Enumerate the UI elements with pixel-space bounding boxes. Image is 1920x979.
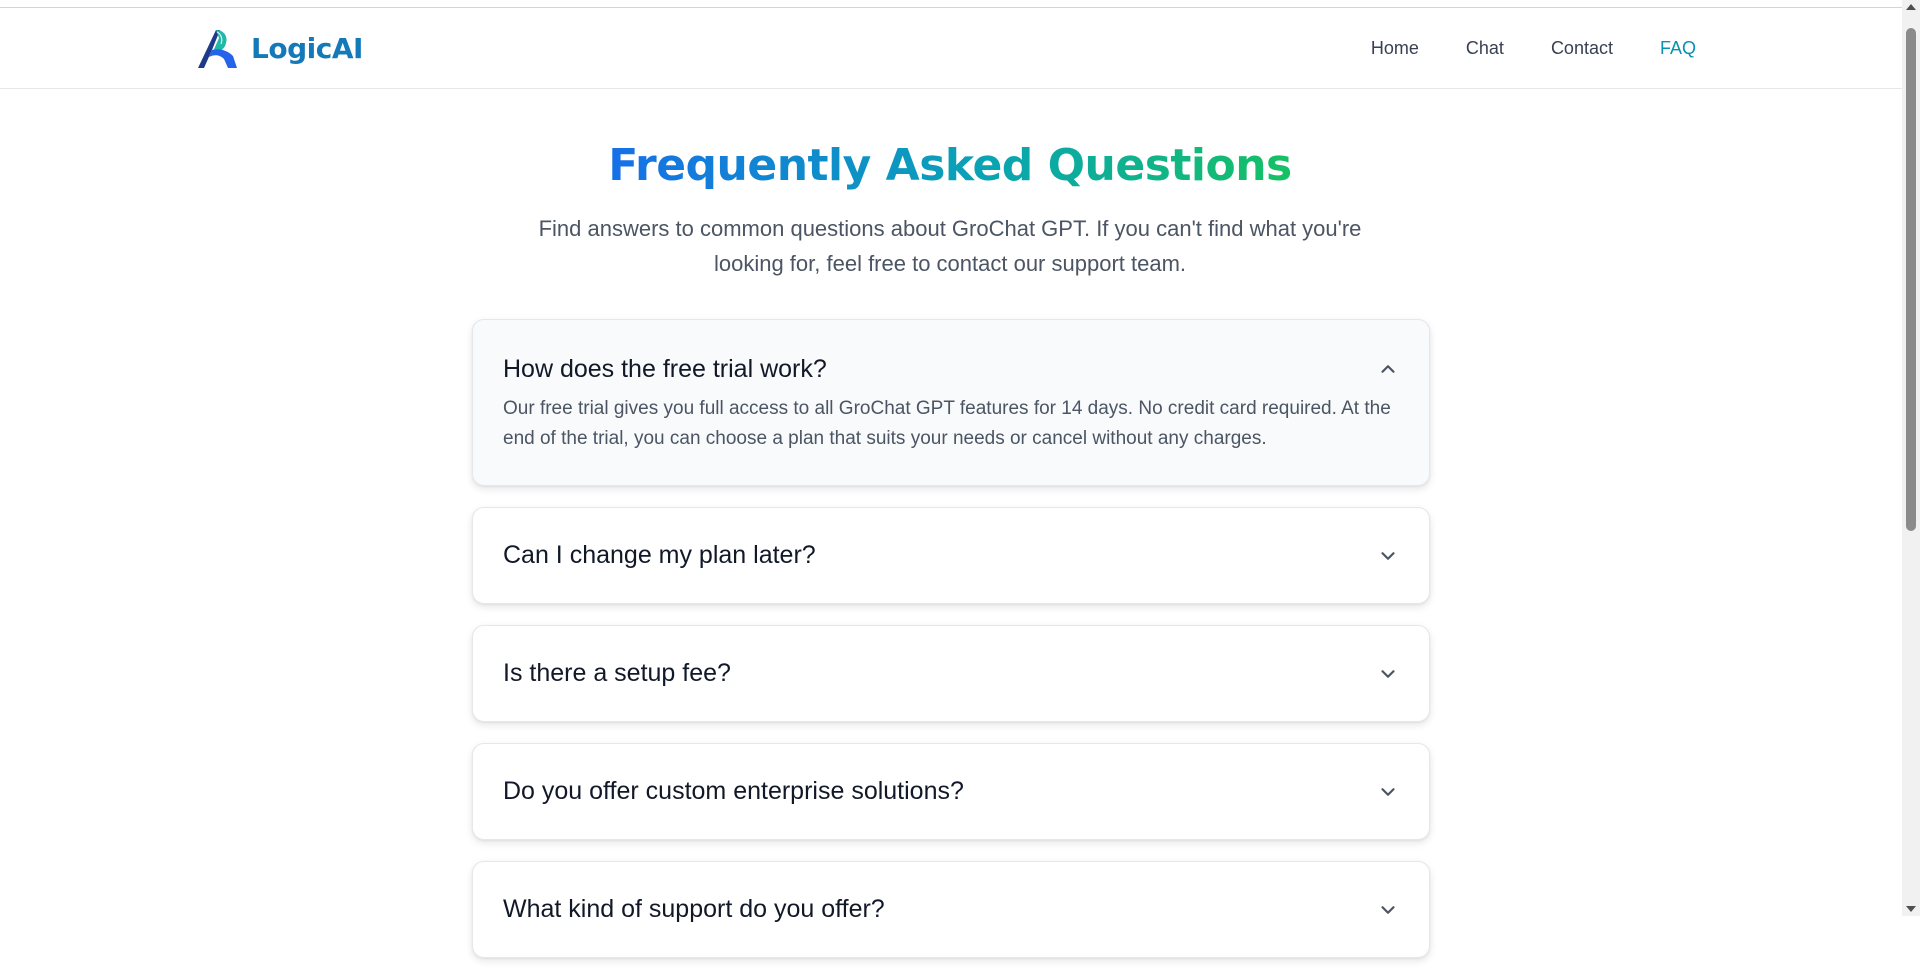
brand-name: LogicAI — [251, 31, 363, 65]
nav-link-faq[interactable]: FAQ — [1660, 38, 1696, 59]
nav-link-home[interactable]: Home — [1371, 38, 1419, 59]
faq-item: Is there a setup fee? — [472, 625, 1430, 722]
chevron-down-icon — [1381, 905, 1395, 914]
faq-question: Is there a setup fee? — [503, 659, 731, 687]
faq-item: Can I change my plan later? — [472, 507, 1430, 604]
page-title-part-1: Frequently — [608, 140, 886, 191]
page-subtitle: Find answers to common questions about G… — [538, 216, 1362, 276]
faq-question-toggle[interactable]: Can I change my plan later? — [473, 508, 1429, 603]
scroll-down-arrow-icon[interactable] — [1906, 906, 1916, 912]
page-title: Frequently Asked Questions — [608, 135, 1292, 197]
faq-answer: Our free trial gives you full access to … — [503, 398, 1391, 449]
faq-question-toggle[interactable]: What kind of support do you offer? — [473, 862, 1429, 957]
page-title-part-2: Asked — [885, 140, 1048, 191]
chevron-up-icon — [1381, 365, 1395, 373]
faq-question: How does the free trial work? — [503, 354, 827, 383]
nav-link-chat[interactable]: Chat — [1466, 38, 1504, 59]
faq-question: What kind of support do you offer? — [503, 895, 885, 923]
faq-item: What kind of support do you offer? — [472, 861, 1430, 958]
site-header: LogicAI Home Chat Contact FAQ — [0, 8, 1902, 89]
window-top-strip — [0, 0, 1902, 8]
logicai-logo-icon — [198, 30, 237, 68]
faq-list: How does the free trial work? Our free t… — [472, 319, 1430, 979]
faq-question-toggle[interactable]: Do you offer custom enterprise solutions… — [473, 744, 1429, 839]
nav-link-contact[interactable]: Contact — [1551, 38, 1613, 59]
scroll-up-arrow-icon[interactable] — [1906, 4, 1916, 10]
chevron-down-icon — [1381, 669, 1395, 678]
chevron-down-icon — [1381, 787, 1395, 796]
scrollbar-thumb[interactable] — [1906, 28, 1916, 531]
faq-question: Can I change my plan later? — [503, 541, 816, 569]
page-scrollbar[interactable] — [1902, 0, 1920, 916]
faq-question-toggle[interactable]: Is there a setup fee? — [473, 626, 1429, 721]
faq-item: How does the free trial work? Our free t… — [472, 319, 1430, 486]
brand-link[interactable]: LogicAI — [195, 26, 363, 70]
faq-item: Do you offer custom enterprise solutions… — [472, 743, 1430, 840]
main-nav: Home Chat Contact FAQ — [1324, 8, 1696, 88]
chevron-down-icon — [1381, 551, 1395, 560]
faq-question: Do you offer custom enterprise solutions… — [503, 777, 964, 805]
faq-hero: Frequently Asked Questions Find answers … — [0, 135, 1900, 281]
page-title-part-3: Questions — [1047, 140, 1292, 191]
